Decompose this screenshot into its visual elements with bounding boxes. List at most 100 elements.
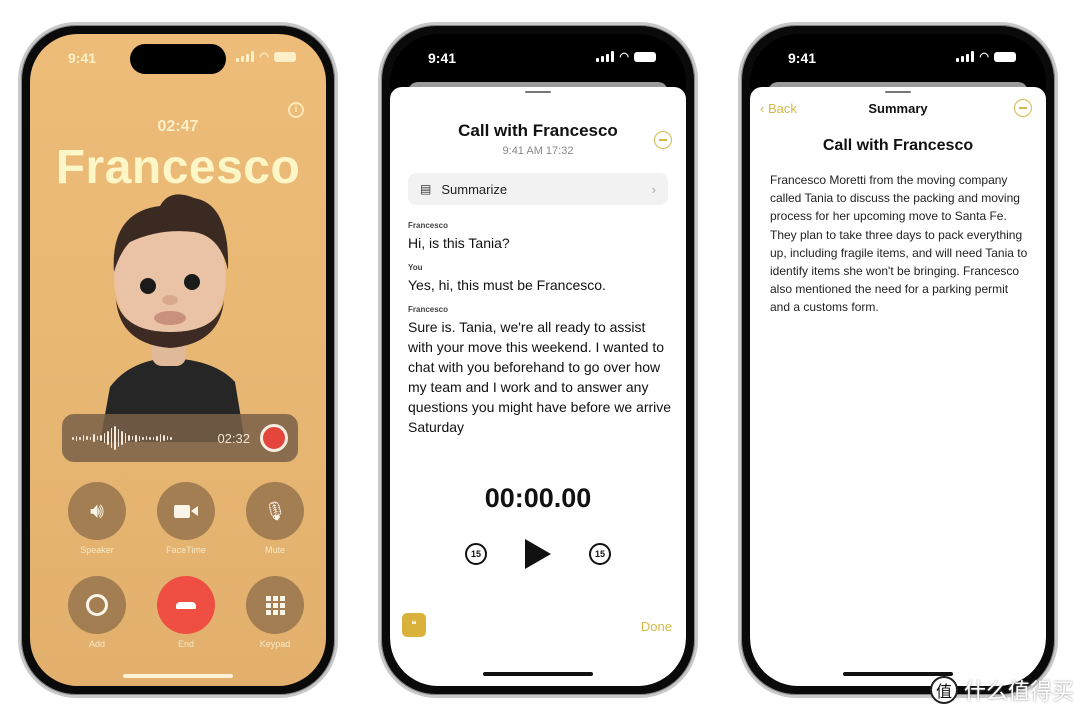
end-call-button[interactable]: End [157,576,215,649]
waveform-bar [159,434,161,442]
waveform-bar [107,431,109,445]
info-icon[interactable]: i [288,102,304,118]
waveform-bar [145,436,147,440]
waveform-bar [128,435,130,441]
status-bar: 9:41 ◠ [750,48,1046,68]
summary-screen: 9:41 ◠ ‹ Back Summary Call with Francesc… [750,34,1046,686]
waveform-bar [166,436,168,440]
waveform-bar [93,434,95,442]
status-bar: 9:41 ◠ [390,48,686,68]
signal-icon [596,51,615,62]
transcript: Francesco Hi, is this Tania? You Yes, hi, … [408,221,672,447]
mute-button[interactable]: 🎙︎ Mute [246,482,304,555]
speaker-name: Francesco [408,305,449,314]
status-time: 9:41 [68,50,97,66]
audio-waveform [72,424,207,452]
waveform-bar [131,436,133,440]
call-timestamp: 9:41 AM 17:32 [502,145,574,157]
call-recording-bar: 02:32 [62,414,298,462]
skip-forward-button[interactable]: 15 [589,543,611,565]
more-options-button[interactable] [654,131,672,149]
status-time: 9:41 [428,50,457,66]
done-button[interactable]: Done [641,619,672,634]
transcript-entry: You Yes, hi, this must be Francesco. [408,263,672,295]
wifi-icon: ◠ [259,51,269,63]
wifi-icon: ◠ [979,51,989,63]
speaker-button[interactable]: 🔊︎ Speaker [68,482,126,555]
watermark: 值 什么值得买 [929,674,1074,706]
call-screen: 9:41 ◠ i 02:47 Francesco 02:32 🔊︎ Speaker… [30,34,326,686]
recording-time: 02:32 [217,430,250,446]
summarize-button[interactable]: ▤ Summarize › [408,173,668,205]
home-indicator[interactable] [483,672,593,676]
battery-icon [994,51,1016,62]
waveform-bar [142,436,144,440]
phone-summary-screen: 9:41 ◠ ‹ Back Summary Call with Francesc… [738,22,1058,698]
waveform-bar [114,426,116,450]
speaker-name: Francesco [408,221,449,230]
waveform-bar [100,435,102,441]
quote-button[interactable]: ❝ [402,613,426,637]
transcript-text: Yes, hi, this must be Francesco. [408,277,606,293]
mic-slash-icon: 🎙︎ [263,500,287,521]
watermark-badge: 值 [929,676,958,704]
waveform-bar [149,436,151,440]
signal-icon [236,51,255,62]
home-indicator[interactable] [123,674,233,678]
transcript-text: Hi, is this Tania? [408,235,510,251]
transcript-screen: 9:41 ◠ Call with Francesco 9:41 AM 17:32… [390,34,686,686]
memoji-avatar [100,194,245,442]
more-options-button[interactable] [1014,99,1032,117]
waveform-bar [124,433,126,443]
waveform-bar [110,428,112,448]
keypad-icon [265,595,285,615]
waveform-bar [79,436,81,440]
waveform-bar [82,435,84,441]
battery-icon [274,51,296,62]
waveform-bar [72,436,74,440]
quote-icon: ❝ [411,619,417,631]
waveform-bar [89,436,91,440]
summary-title: Call with Francesco [822,137,974,154]
end-call-icon [176,601,196,609]
waveform-bar [156,435,158,441]
summarize-label: Summarize [441,181,508,197]
nav-title: Summary [868,101,928,116]
add-call-icon [86,594,108,616]
transcript-entry: Francesco Sure is. Tania, we're all ready… [408,305,672,437]
keypad-button[interactable]: Keypad [246,576,304,649]
waveform-bar [121,431,123,445]
speaker-icon: 🔊︎ [90,498,104,523]
phone-call-screen: 9:41 ◠ i 02:47 Francesco 02:32 🔊︎ Speaker… [18,22,338,698]
transcript-text: Sure is. Tania, we're all ready to assis… [408,319,672,435]
playback-timer: 00:00.00 [484,483,592,513]
waveform-bar [170,436,172,440]
waveform-bar [117,429,119,447]
summary-icon: ▤ [420,182,432,196]
play-button[interactable] [525,539,551,569]
sheet-grabber[interactable] [525,91,551,93]
signal-icon [956,51,975,62]
waveform-bar [135,434,137,442]
waveform-bar [103,433,105,443]
facetime-button[interactable]: FaceTime [157,482,215,555]
status-time: 9:41 [788,50,817,66]
summary-sheet: ‹ Back Summary Call with Francesco Franc… [750,87,1046,686]
playback-controls: 15 15 [390,539,686,569]
transcript-entry: Francesco Hi, is this Tania? [408,221,672,253]
waveform-bar [138,435,140,441]
sheet-grabber[interactable] [885,91,911,93]
waveform-bar [96,436,98,440]
chevron-right-icon: › [651,181,656,197]
call-duration: 02:47 [157,118,199,135]
add-call-button[interactable]: Add [68,576,126,649]
transcript-sheet: Call with Francesco 9:41 AM 17:32 ▤ Summ… [390,87,686,686]
speaker-name: You [408,263,423,272]
summary-text: Francesco Moretti from the moving compan… [770,173,1028,315]
stop-recording-button[interactable] [260,424,288,452]
waveform-bar [152,436,154,440]
status-bar: 9:41 ◠ [30,48,326,68]
skip-back-button[interactable]: 15 [465,543,487,565]
waveform-bar [75,435,77,441]
battery-icon [634,51,656,62]
